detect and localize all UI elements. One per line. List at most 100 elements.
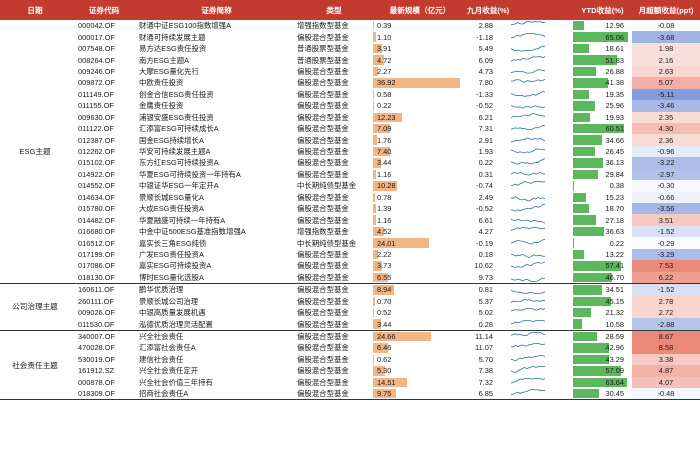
- table-row: 530019.OF 建信社会责任 偏股混合型基金 0.62 5.70 43.29 3.38: [0, 353, 700, 366]
- fund-name: 华夏ESG可持续投资一年持有A: [139, 169, 241, 179]
- fund-size: 24.01: [377, 238, 396, 248]
- fund-type: 偏股混合型基金: [297, 249, 349, 259]
- fund-size-cell: 3.73: [373, 260, 467, 271]
- fund-size: 7.09: [377, 124, 392, 134]
- trend-sparkline: [507, 318, 573, 331]
- table-row: 009630.OF 浦银安盛ESG责任投资 偏股混合型基金 12.23 6.21 19.9…: [0, 111, 700, 123]
- trend-sparkline: [507, 112, 573, 123]
- trend-sparkline: [507, 77, 573, 88]
- ytd-return: 25.96: [605, 101, 625, 111]
- excess-return: -0.96: [632, 145, 700, 158]
- fund-name: 财通可持续发展主题: [139, 32, 206, 42]
- fund-size-cell: 8.94: [373, 284, 467, 296]
- fund-name: 景顺长城ESG量化A: [139, 192, 204, 202]
- sep-return: 4.73: [478, 66, 493, 76]
- fund-size: 12.23: [377, 112, 396, 122]
- fund-type: 偏股混合型基金: [297, 135, 349, 145]
- ytd-bar: [573, 226, 604, 237]
- trend-sparkline: [507, 354, 573, 365]
- ytd-return: 57.41: [605, 261, 625, 271]
- fund-type: 增强指数型基金: [297, 227, 349, 237]
- fund-size: 1.16: [377, 215, 392, 225]
- ytd-return: 65.06: [605, 32, 625, 42]
- trend-sparkline: [507, 388, 573, 401]
- fund-name: 易方达ESG责任投资: [139, 44, 207, 54]
- fund-name: 建信社会责任: [139, 354, 184, 364]
- ytd-return: 30.45: [605, 389, 625, 399]
- ytd-return: 34.51: [605, 285, 625, 295]
- table-row: 017086.OF 嘉实ESG可持续投资A 偏股混合型基金 3.73 10.62 57.4…: [0, 260, 700, 272]
- fund-size-cell: 3.91: [373, 43, 467, 54]
- fund-code: 009246.OF: [78, 66, 115, 76]
- fund-name: 兴全社会责任定开: [139, 366, 199, 376]
- fund-code: 007548.OF: [78, 44, 115, 54]
- trend-sparkline: [507, 330, 573, 342]
- sep-return: 7.31: [478, 124, 493, 134]
- fund-size: 6.46: [377, 343, 392, 353]
- ytd-bar: [573, 135, 603, 145]
- sep-return: 2.88: [478, 21, 493, 31]
- fund-code: 008264.OF: [78, 55, 115, 65]
- excess-return: -3.68: [632, 31, 700, 43]
- fund-type: 偏股混合型基金: [297, 366, 349, 376]
- fund-code: 009630.OF: [78, 112, 115, 122]
- table-row: 011122.OF 汇添富ESG可持续成长A 偏股混合型基金 7.09 7.31 60.5…: [0, 122, 700, 135]
- ytd-bar: [573, 146, 596, 157]
- excess-return: 2.78: [632, 295, 700, 307]
- ytd-cell: 27.18: [573, 214, 632, 225]
- fund-size: 3.44: [377, 319, 392, 329]
- trend-sparkline: [507, 31, 573, 42]
- ytd-cell: 0.22: [573, 237, 632, 248]
- fund-name: 华安可持续发展主题A: [139, 147, 211, 157]
- ytd-bar: [573, 112, 590, 122]
- fund-type: 偏股混合型基金: [297, 377, 349, 387]
- excess-return: 3.51: [632, 214, 700, 226]
- size-bar: [373, 354, 375, 365]
- ytd-return: 0.22: [609, 238, 624, 248]
- table-row: 000878.OF 兴全社会价值三年持有 偏股混合型基金 14.51 7.32 63.64…: [0, 376, 700, 388]
- fund-size: 3.91: [377, 44, 392, 54]
- ytd-bar: [573, 389, 599, 399]
- fund-type: 偏股混合型基金: [297, 78, 349, 88]
- sep-return: -0.52: [476, 101, 493, 111]
- fund-size-cell: 1.16: [373, 169, 467, 180]
- excess-return: 4.87: [632, 365, 700, 377]
- trend-sparkline: [507, 365, 573, 376]
- excess-return: 4.07: [632, 376, 700, 388]
- table-row: 009872.OF 中欧责任投资 偏股混合型基金 36.92 7.80 41.38 5.07: [0, 77, 700, 89]
- fund-name: 财通中证ESG100指数增强A: [139, 21, 231, 31]
- ytd-cell: 60.51: [573, 123, 632, 134]
- fund-size-cell: 24.66: [373, 330, 467, 342]
- trend-sparkline: [507, 20, 573, 31]
- excess-return: -0.30: [632, 180, 700, 192]
- fund-size: 1.39: [377, 204, 392, 214]
- sep-return: 6.85: [467, 388, 507, 401]
- sep-return: 0.28: [467, 318, 507, 331]
- ytd-cell: 18.70: [573, 203, 632, 214]
- ytd-return: 19.35: [605, 89, 625, 99]
- fund-size-cell: 2.22: [373, 249, 467, 260]
- fund-type: 偏股混合型基金: [297, 169, 349, 179]
- size-bar: [373, 21, 374, 31]
- excess-return: 4.30: [632, 122, 700, 135]
- fund-size: 3.44: [377, 158, 392, 168]
- fund-code: 011530.OF: [70, 318, 138, 331]
- sep-return: 7.80: [478, 78, 493, 88]
- fund-size-cell: 0.78: [373, 192, 467, 203]
- fund-name: 金鹰责任投资: [139, 101, 184, 111]
- header-row: 日期 证券代码 证券简称 类型 最新规模（亿元） 九月收益(%) YTD收益(%…: [0, 0, 700, 20]
- fund-size-cell: 12.23: [373, 112, 467, 123]
- ytd-cell: 29.84: [573, 169, 632, 180]
- table-row: 公司治理主题 160611.OF 鹏华优质治理 偏股混合型基金 8.94 0.81 34.5…: [0, 283, 700, 331]
- fund-type: 偏股混合型基金: [297, 332, 349, 342]
- table-row: 000017.OF 财通可持续发展主题 偏股混合型基金 1.10 -1.18 65.06-…: [0, 31, 700, 43]
- trend-sparkline: [507, 66, 573, 77]
- fund-size: 0.52: [377, 308, 392, 318]
- ytd-cell: 18.61: [573, 43, 632, 54]
- fund-size: 36.92: [377, 78, 396, 88]
- fund-size-cell: 1.16: [373, 214, 467, 225]
- trend-sparkline: [507, 180, 573, 191]
- ytd-cell: 57.09: [573, 365, 632, 376]
- theme-label: ESG主题: [0, 20, 70, 285]
- fund-size-cell: 0.62: [373, 354, 467, 365]
